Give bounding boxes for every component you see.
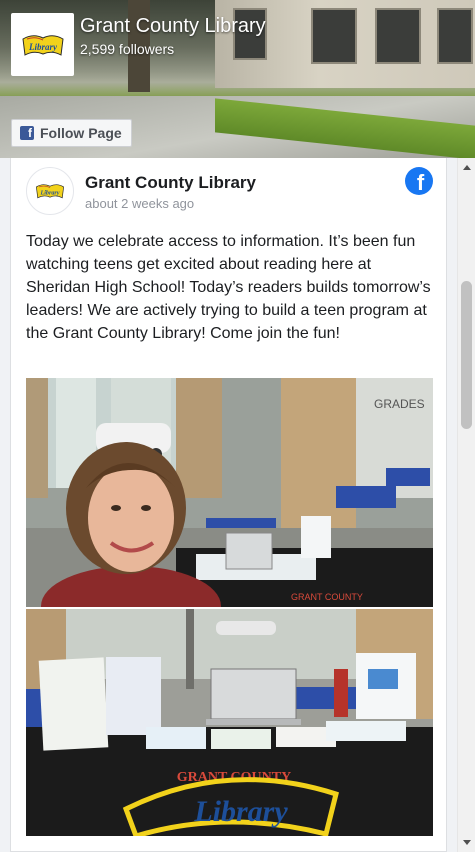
scrollbar-thumb[interactable] — [461, 281, 472, 429]
post-card: Library Grant County Library about 2 wee… — [10, 158, 447, 852]
svg-text:GRANT COUNTY: GRANT COUNTY — [291, 592, 363, 602]
library-logo-icon: Library — [21, 34, 64, 56]
cover-building — [215, 0, 475, 88]
page-name[interactable]: Grant County Library — [80, 15, 266, 38]
svg-text:Library: Library — [28, 42, 58, 52]
post-photo-selfie[interactable]: GRADES GRANT COUNTY — [26, 378, 433, 607]
facebook-icon[interactable]: f — [405, 167, 433, 195]
facebook-icon: f — [20, 126, 34, 140]
page-cover: Library Grant County Library 2,599 follo… — [0, 0, 475, 158]
library-logo-icon: Library — [35, 184, 65, 199]
post-text: Today we celebrate access to information… — [26, 233, 431, 342]
booth-photo-illustration: GRANT COUNTY Library — [26, 609, 433, 836]
scroll-up-arrow-icon[interactable] — [463, 165, 471, 170]
feed-scrollbar[interactable] — [457, 158, 475, 852]
post-header: Library Grant County Library about 2 wee… — [26, 167, 433, 217]
post-photo-booth[interactable]: GRANT COUNTY Library — [26, 609, 433, 836]
post-author[interactable]: Grant County Library — [85, 173, 256, 193]
svg-text:GRADES: GRADES — [374, 397, 425, 411]
follow-page-label: Follow Page — [40, 125, 122, 141]
page-logo[interactable]: Library — [11, 13, 74, 76]
scroll-down-arrow-icon[interactable] — [463, 840, 471, 845]
post-timestamp[interactable]: about 2 weeks ago — [85, 196, 194, 211]
selfie-photo-illustration: GRADES GRANT COUNTY — [26, 378, 433, 607]
svg-text:Library: Library — [193, 795, 288, 828]
post-avatar[interactable]: Library — [26, 167, 74, 215]
svg-text:Library: Library — [39, 190, 59, 196]
timeline-feed[interactable]: Library Grant County Library about 2 wee… — [0, 158, 457, 852]
follower-count: 2,599 followers — [80, 41, 175, 57]
follow-page-button[interactable]: f Follow Page — [11, 119, 132, 147]
